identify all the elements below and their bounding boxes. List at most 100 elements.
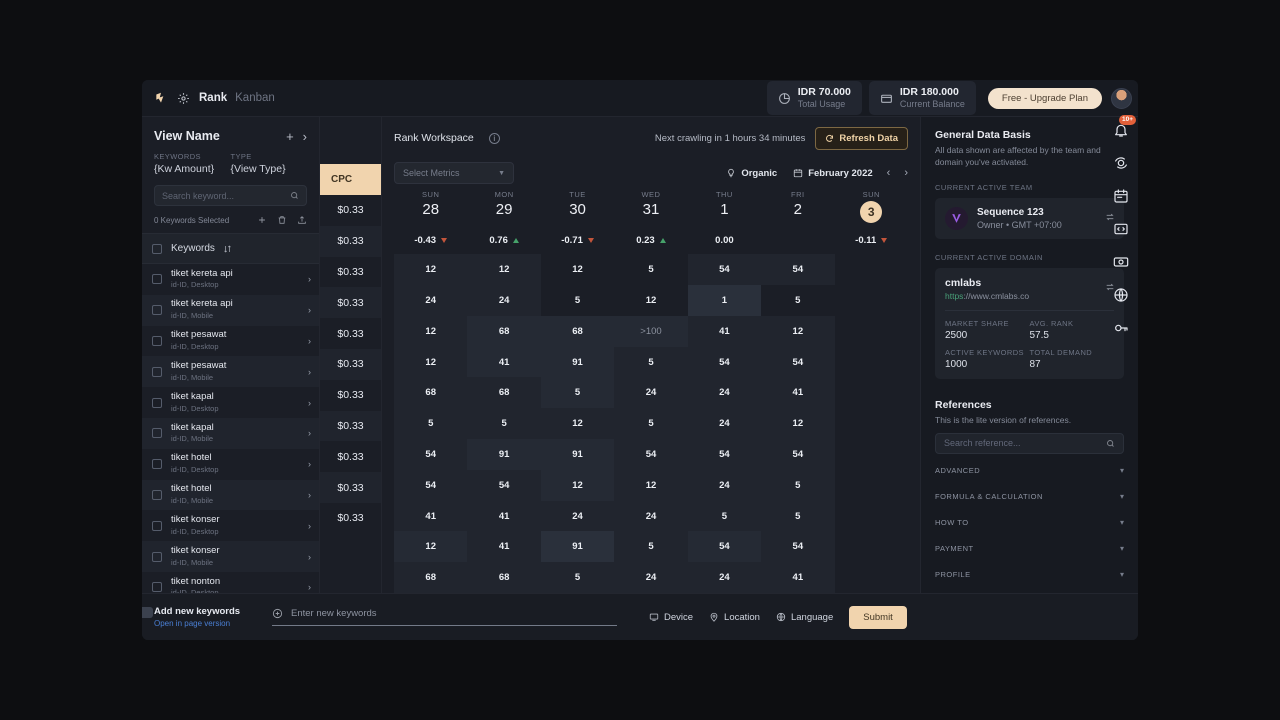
sort-icon[interactable] bbox=[223, 244, 232, 254]
rank-cell[interactable]: 54 bbox=[687, 346, 762, 378]
chevron-down-icon[interactable]: ▾ bbox=[1120, 544, 1124, 553]
rank-cell[interactable]: 12 bbox=[761, 315, 835, 347]
rank-cell[interactable]: 54 bbox=[614, 439, 688, 470]
row-checkbox[interactable] bbox=[152, 335, 162, 346]
new-keyword-input-wrap[interactable] bbox=[272, 608, 617, 626]
rank-cell[interactable]: 5 bbox=[394, 408, 468, 440]
next-month-button[interactable]: › bbox=[904, 167, 908, 179]
organic-filter[interactable]: Organic bbox=[726, 168, 777, 179]
rank-cell[interactable]: 24 bbox=[687, 408, 762, 440]
list-item[interactable]: tiket konser id-ID, Desktop › bbox=[142, 510, 319, 541]
rank-cell[interactable]: 54 bbox=[687, 531, 762, 563]
globe-icon[interactable] bbox=[1111, 285, 1131, 305]
chevron-right-icon[interactable]: › bbox=[308, 398, 311, 408]
rank-cell[interactable]: 41 bbox=[394, 500, 468, 532]
rank-cell[interactable] bbox=[835, 470, 908, 501]
bird-logo-icon[interactable] bbox=[154, 91, 168, 105]
day-column-header[interactable]: WED 31 bbox=[614, 187, 687, 226]
rank-cell[interactable]: 12 bbox=[540, 408, 615, 440]
rank-cell[interactable]: 24 bbox=[394, 285, 468, 316]
accordion-item[interactable]: FORMULA & CALCULATION ▾ bbox=[935, 487, 1124, 506]
rank-cell[interactable]: 54 bbox=[467, 469, 541, 501]
code-icon[interactable] bbox=[1111, 219, 1131, 239]
rank-cell[interactable] bbox=[835, 501, 908, 532]
new-keyword-input[interactable] bbox=[291, 608, 617, 619]
chevron-right-icon[interactable]: › bbox=[308, 459, 311, 469]
rank-cell[interactable]: 54 bbox=[687, 254, 762, 286]
rank-cell[interactable]: 5 bbox=[761, 469, 835, 501]
total-usage-chip[interactable]: IDR 70.000 Total Usage bbox=[766, 80, 862, 116]
row-checkbox[interactable] bbox=[152, 459, 162, 470]
chevron-down-icon[interactable]: ▾ bbox=[1120, 466, 1124, 475]
rank-cell[interactable]: 24 bbox=[687, 469, 762, 501]
key-icon[interactable] bbox=[1111, 318, 1131, 338]
list-item[interactable]: tiket hotel id-ID, Desktop › bbox=[142, 449, 319, 480]
rank-cell[interactable]: 24 bbox=[614, 562, 688, 593]
rank-cell[interactable]: 68 bbox=[467, 377, 541, 409]
list-item[interactable]: tiket pesawat id-ID, Mobile › bbox=[142, 356, 319, 388]
upgrade-plan-button[interactable]: Free - Upgrade Plan bbox=[987, 87, 1102, 109]
select-metrics-dropdown[interactable]: Select Metrics ▼ bbox=[394, 162, 514, 185]
accordion-item[interactable]: HOW TO ▾ bbox=[935, 513, 1124, 532]
rank-cell[interactable]: 54 bbox=[761, 531, 835, 563]
chevron-right-icon[interactable]: › bbox=[308, 490, 311, 500]
reference-search-box[interactable] bbox=[935, 432, 1124, 454]
list-item[interactable]: tiket pesawat id-ID, Desktop › bbox=[142, 326, 319, 357]
plus-circle-icon[interactable] bbox=[272, 608, 283, 619]
gear-icon[interactable] bbox=[177, 92, 190, 105]
rank-cell[interactable]: 12 bbox=[761, 408, 835, 440]
day-column-header[interactable]: TUE 30 bbox=[541, 187, 614, 226]
reference-search-input[interactable] bbox=[944, 438, 1106, 449]
plus-icon[interactable]: + bbox=[286, 130, 294, 143]
list-item[interactable]: tiket kapal id-ID, Desktop › bbox=[142, 387, 319, 418]
rank-cell[interactable]: 5 bbox=[761, 285, 834, 316]
list-item[interactable]: tiket nonton id-ID, Desktop › bbox=[142, 572, 319, 593]
list-item[interactable]: tiket kapal id-ID, Mobile › bbox=[142, 417, 319, 449]
row-checkbox[interactable] bbox=[152, 397, 162, 408]
rank-cell[interactable]: 68 bbox=[467, 315, 541, 347]
rank-cell[interactable]: 41 bbox=[467, 500, 541, 532]
list-item[interactable]: tiket hotel id-ID, Mobile › bbox=[142, 479, 319, 511]
breadcrumb-kanban[interactable]: Kanban bbox=[235, 92, 275, 104]
submit-button[interactable]: Submit bbox=[849, 605, 907, 629]
day-column-header[interactable]: SUN 28 bbox=[394, 187, 467, 226]
chevron-right-icon[interactable]: › bbox=[308, 582, 311, 592]
rank-cell[interactable]: 24 bbox=[614, 377, 688, 409]
rank-cell[interactable] bbox=[835, 347, 908, 378]
rank-cell[interactable]: 12 bbox=[541, 254, 614, 285]
info-icon[interactable]: i bbox=[488, 132, 500, 144]
rank-cell[interactable]: 54 bbox=[687, 439, 762, 470]
rank-cell[interactable]: 12 bbox=[540, 469, 615, 501]
row-checkbox[interactable] bbox=[152, 551, 162, 562]
rank-cell[interactable]: 41 bbox=[467, 346, 541, 378]
rank-cell[interactable]: 12 bbox=[394, 254, 468, 286]
chevron-down-icon[interactable]: ▾ bbox=[1120, 570, 1124, 579]
row-checkbox[interactable] bbox=[152, 428, 162, 439]
device-option[interactable]: Device bbox=[649, 612, 693, 623]
rank-cell[interactable]: 1 bbox=[687, 285, 762, 316]
rank-cell[interactable]: 5 bbox=[540, 377, 615, 409]
month-selector[interactable]: February 2022 bbox=[793, 168, 873, 179]
rank-cell[interactable]: 68 bbox=[467, 562, 541, 593]
language-option[interactable]: Language bbox=[776, 612, 833, 623]
rank-cell[interactable] bbox=[835, 285, 908, 316]
rank-cell[interactable]: 54 bbox=[761, 346, 835, 378]
rank-cell[interactable]: 5 bbox=[614, 346, 688, 378]
chevron-right-icon[interactable]: › bbox=[303, 130, 307, 143]
rank-cell[interactable]: 12 bbox=[467, 254, 541, 286]
active-domain-card[interactable]: cmlabs https://www.cmlabs.co MARKET SHAR… bbox=[935, 267, 1124, 379]
rank-cell[interactable]: 5 bbox=[614, 254, 687, 285]
rank-cell[interactable]: 5 bbox=[761, 500, 835, 532]
rank-cell[interactable]: 24 bbox=[687, 562, 762, 593]
chevron-down-icon[interactable]: ▾ bbox=[1120, 518, 1124, 527]
rank-cell[interactable]: 54 bbox=[761, 439, 835, 470]
rank-cell[interactable]: 5 bbox=[687, 500, 762, 532]
rank-cell[interactable]: 24 bbox=[614, 500, 688, 532]
day-column-header[interactable]: THU 1 bbox=[688, 187, 761, 226]
accordion-item[interactable]: PROFILE ▾ bbox=[935, 565, 1124, 584]
rank-cell[interactable]: 54 bbox=[394, 469, 468, 501]
chevron-right-icon[interactable]: › bbox=[308, 428, 311, 438]
row-checkbox[interactable] bbox=[152, 305, 162, 316]
rank-cell[interactable]: 24 bbox=[467, 285, 541, 316]
rank-cell[interactable]: 91 bbox=[540, 439, 615, 470]
